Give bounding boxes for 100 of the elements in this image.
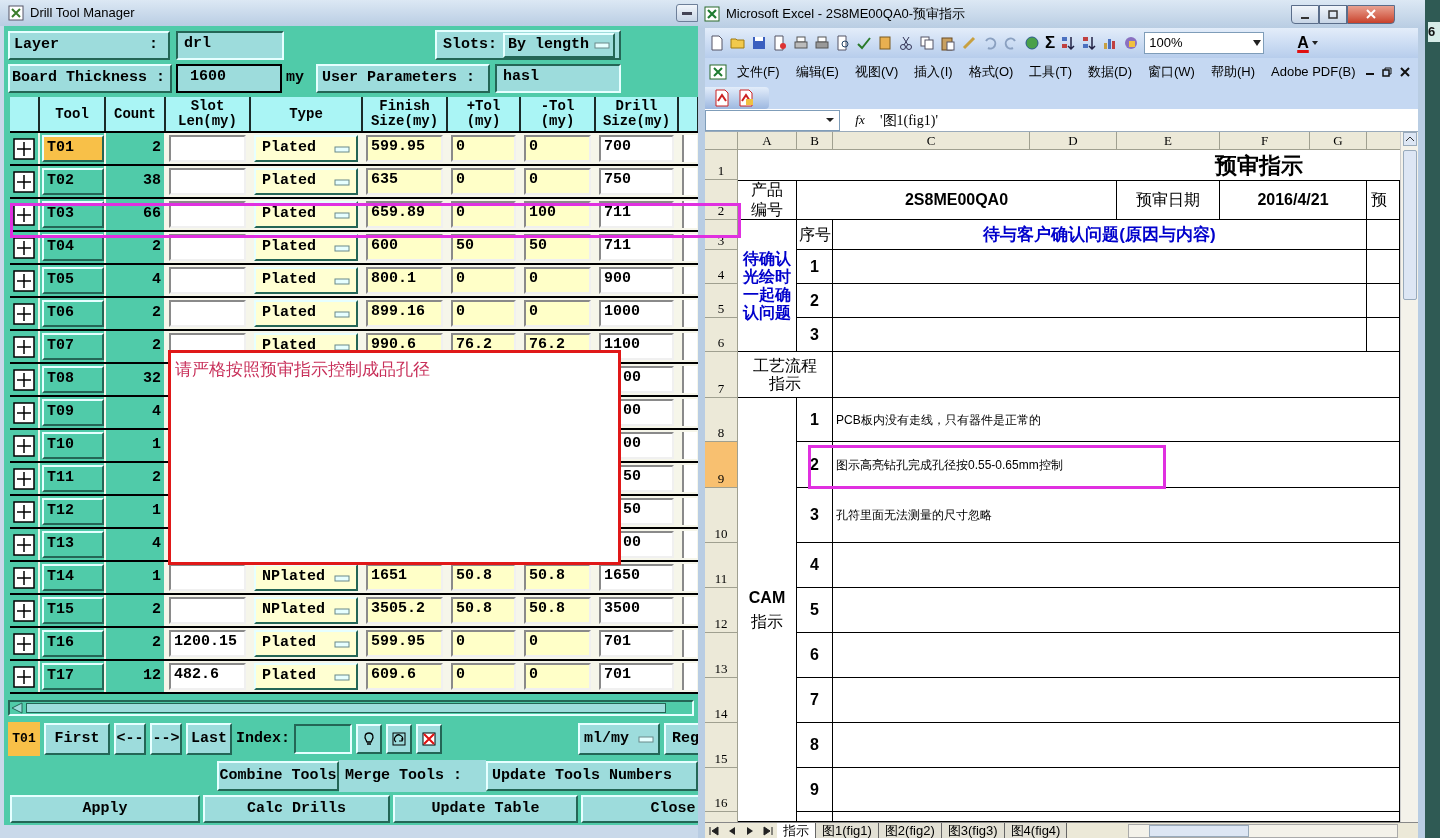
finish-size-field[interactable]: 600	[366, 234, 443, 261]
slot-length-field[interactable]: 482.6	[169, 663, 246, 690]
finish-size-field[interactable]: 899.16	[366, 300, 443, 327]
minus-tolerance-field[interactable]: 50.8	[524, 564, 591, 591]
layer-field[interactable]: drl	[176, 30, 284, 60]
menu-item[interactable]: 编辑(E)	[789, 62, 845, 82]
tool-button[interactable]: T07	[42, 333, 104, 360]
sheet-tab[interactable]: 图4(fig4)	[1004, 822, 1068, 838]
minus-tolerance-field[interactable]: 0	[524, 168, 591, 195]
reg-button[interactable]: Reg	[664, 723, 698, 755]
formula-field[interactable]: '图1(fig1)'	[880, 109, 938, 131]
tool-button[interactable]: T04	[42, 234, 104, 261]
row-header[interactable]: 9	[705, 442, 738, 488]
sheet-tab[interactable]: 图1(fig1)	[816, 822, 879, 838]
menu-item[interactable]: 视图(V)	[848, 62, 905, 82]
row-header[interactable]: 16	[705, 768, 738, 812]
row-header[interactable]: 15	[705, 723, 738, 768]
zoom-dropdown[interactable]: 100%	[1144, 32, 1265, 54]
plus-tolerance-field[interactable]: 0	[451, 663, 516, 690]
tool-button[interactable]: T10	[42, 432, 104, 459]
row-header[interactable]: 8	[705, 398, 738, 442]
user-parameters-field[interactable]: hasl	[495, 63, 621, 93]
finish-size-field[interactable]: 609.6	[366, 663, 443, 690]
minus-tolerance-field[interactable]: 50	[524, 234, 591, 261]
plus-tolerance-field[interactable]: 0	[451, 630, 516, 657]
minus-tolerance-field[interactable]: 0	[524, 267, 591, 294]
drill-size-field[interactable]: 1000	[599, 300, 674, 327]
menu-item[interactable]: 数据(D)	[1081, 62, 1138, 82]
column-header[interactable]: D	[1030, 132, 1117, 150]
drill-size-field[interactable]: 3500	[599, 597, 674, 624]
sheet-tab[interactable]: 指示	[777, 822, 816, 838]
tool-button[interactable]: T14	[42, 564, 104, 591]
insert-function-button[interactable]: fx	[840, 110, 880, 130]
font-color-button[interactable]: A	[1297, 31, 1309, 55]
row-header[interactable]: 5	[705, 284, 738, 318]
action-button[interactable]: Update Table	[393, 795, 578, 823]
user-parameters-button[interactable]: User Parameters :	[316, 63, 490, 93]
action-button[interactable]: Close	[581, 795, 698, 823]
nav-button[interactable]: <--	[114, 723, 146, 755]
drill-size-field[interactable]: 1650	[599, 564, 674, 591]
slots-dropdown[interactable]: By length	[503, 32, 615, 58]
plus-tolerance-field[interactable]: 0	[451, 135, 516, 162]
type-dropdown[interactable]: Plated	[254, 234, 358, 261]
sum-button[interactable]: Σ	[1045, 30, 1056, 56]
nav-button[interactable]: -->	[150, 723, 182, 755]
finish-size-field[interactable]: 599.95	[366, 135, 443, 162]
finish-size-field[interactable]: 3505.2	[366, 597, 443, 624]
row-header[interactable]: 6	[705, 318, 738, 352]
finish-size-field[interactable]: 1651	[366, 564, 443, 591]
menu-item[interactable]: 格式(O)	[962, 62, 1020, 82]
finish-size-field[interactable]: 599.95	[366, 630, 443, 657]
tool-button[interactable]: T11	[42, 465, 104, 492]
column-header[interactable]: B	[797, 132, 833, 150]
row-header[interactable]: 10	[705, 488, 738, 543]
update-tools-numbers-button[interactable]: Update Tools Numbers	[486, 761, 698, 791]
type-dropdown[interactable]: Plated	[254, 267, 358, 294]
menu-item[interactable]: 帮助(H)	[1204, 62, 1261, 82]
plus-tolerance-field[interactable]: 50	[451, 234, 516, 261]
row-header[interactable]: 2	[705, 180, 738, 220]
plus-tolerance-field[interactable]: 50.8	[451, 597, 516, 624]
plus-tolerance-field[interactable]: 0	[451, 300, 516, 327]
minus-tolerance-field[interactable]: 50.8	[524, 597, 591, 624]
type-dropdown[interactable]: NPlated	[254, 597, 358, 624]
finish-size-field[interactable]: 635	[366, 168, 443, 195]
tool-button[interactable]: T17	[42, 663, 104, 690]
column-header[interactable]: F	[1220, 132, 1310, 150]
type-dropdown[interactable]: Plated	[254, 168, 358, 195]
type-dropdown[interactable]: Plated	[254, 135, 358, 162]
tool-button[interactable]: T16	[42, 630, 104, 657]
type-dropdown[interactable]: Plated	[254, 300, 358, 327]
column-header[interactable]: C	[833, 132, 1030, 150]
nav-button[interactable]: Last	[186, 723, 232, 755]
drill-size-field[interactable]: 700	[599, 135, 674, 162]
menu-item[interactable]: 文件(F)	[731, 62, 786, 82]
tool-button[interactable]: T08	[42, 366, 104, 393]
plus-tolerance-field[interactable]: 0	[451, 267, 516, 294]
thickness-field[interactable]: 1600	[176, 63, 282, 93]
type-dropdown[interactable]: Plated	[254, 630, 358, 657]
drill-size-field[interactable]: 701	[599, 630, 674, 657]
tool-button[interactable]: T05	[42, 267, 104, 294]
row-header[interactable]: 12	[705, 588, 738, 633]
combine-tools-button[interactable]: Combine Tools	[217, 761, 339, 791]
action-button[interactable]: Apply	[10, 795, 200, 823]
menu-item[interactable]: Adobe PDF(B)	[1265, 62, 1362, 82]
type-dropdown[interactable]: NPlated	[254, 564, 358, 591]
minus-tolerance-field[interactable]: 0	[524, 663, 591, 690]
row-header[interactable]: 7	[705, 352, 738, 398]
row-header[interactable]: 13	[705, 633, 738, 678]
minus-tolerance-field[interactable]: 0	[524, 630, 591, 657]
menu-item[interactable]: 窗口(W)	[1142, 62, 1201, 82]
tool-button[interactable]: T02	[42, 168, 104, 195]
action-button[interactable]: Calc Drills	[203, 795, 390, 823]
tool-button[interactable]: T09	[42, 399, 104, 426]
column-header[interactable]: G	[1310, 132, 1367, 150]
menu-item[interactable]: 工具(T)	[1023, 62, 1078, 82]
row-header[interactable]: 11	[705, 543, 738, 588]
tool-button[interactable]: T15	[42, 597, 104, 624]
drill-size-field[interactable]: 750	[599, 168, 674, 195]
row-header[interactable]: 14	[705, 678, 738, 723]
nav-button[interactable]: First	[44, 723, 110, 755]
